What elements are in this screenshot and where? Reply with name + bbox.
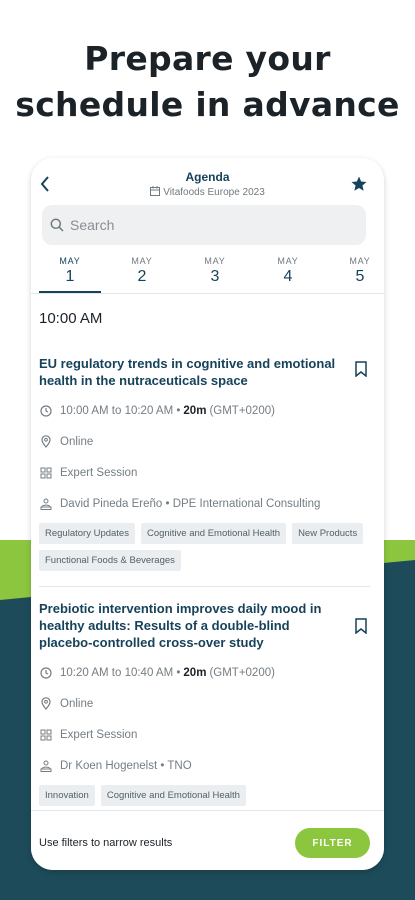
tag[interactable]: Functional Foods & Beverages <box>39 550 181 571</box>
filter-hint: Use filters to narrow results <box>39 837 173 849</box>
agenda-screen: Agenda Vitafoods Europe 2023 Search MAY … <box>31 158 384 870</box>
type-text: Expert Session <box>60 466 138 479</box>
tag[interactable]: Cognitive and Emotional Health <box>140 523 287 544</box>
session-card[interactable]: Prebiotic intervention improves daily mo… <box>39 600 369 806</box>
timezone: (GMT+0200) <box>209 404 275 417</box>
headline-line-2: schedule in advance <box>15 85 400 124</box>
session-type-icon <box>40 467 52 478</box>
type-text: Expert Session <box>60 728 138 741</box>
tab-month: MAY <box>59 256 81 266</box>
session-type: Expert Session <box>39 457 369 488</box>
tab-day-number: 5 <box>355 268 365 285</box>
timezone: (GMT+0200) <box>209 666 275 679</box>
clock-icon <box>40 666 52 679</box>
divider <box>39 586 370 587</box>
star-icon <box>351 176 367 191</box>
tag[interactable]: New Products <box>292 523 364 544</box>
tab-day-5[interactable]: MAY 5 <box>329 256 384 286</box>
tag-list: Regulatory Updates Cognitive and Emotion… <box>39 523 369 571</box>
duration: 20m <box>183 404 207 417</box>
tab-day-3[interactable]: MAY 3 <box>184 256 246 286</box>
session-card[interactable]: EU regulatory trends in cognitive and em… <box>39 355 369 571</box>
location-text: Online <box>60 697 94 710</box>
session-time: 10:00 AM to 10:20 AM • 20m (GMT+0200) <box>39 395 369 426</box>
tab-month: MAY <box>277 256 299 266</box>
session-speaker: David Pineda Ereño • DPE International C… <box>39 488 369 519</box>
tag-list: Innovation Cognitive and Emotional Healt… <box>39 785 369 806</box>
session-location: Online <box>39 426 369 457</box>
search-input[interactable]: Search <box>42 205 366 245</box>
tab-day-number: 2 <box>137 268 147 285</box>
event-subtitle: Vitafoods Europe 2023 <box>31 186 384 198</box>
time-slot-heading: 10:00 AM <box>39 310 103 327</box>
tab-month: MAY <box>204 256 226 266</box>
filter-button[interactable]: FILTER <box>295 828 370 858</box>
tag[interactable]: Innovation <box>39 785 95 806</box>
top-bar: Agenda Vitafoods Europe 2023 <box>31 158 384 204</box>
event-name: Vitafoods Europe 2023 <box>163 187 265 198</box>
bookmark-icon <box>355 361 367 378</box>
bookmark-button[interactable] <box>355 361 369 378</box>
time-range: 10:00 AM to 10:20 AM <box>60 404 174 417</box>
location-pin-icon <box>41 435 51 448</box>
speaker-icon <box>40 760 52 772</box>
tab-day-1[interactable]: MAY 1 <box>39 256 101 293</box>
day-tabs: MAY 1 MAY 2 MAY 3 MAY 4 MAY 5 <box>31 256 384 294</box>
time-range: 10:20 AM to 10:40 AM <box>60 666 174 679</box>
promo-headline: Prepare your schedule in advance <box>0 36 415 128</box>
tab-month: MAY <box>349 256 371 266</box>
tab-day-2[interactable]: MAY 2 <box>111 256 173 286</box>
tab-month: MAY <box>131 256 153 266</box>
duration: 20m <box>183 666 207 679</box>
search-placeholder: Search <box>70 217 115 233</box>
location-pin-icon <box>41 697 51 710</box>
favorite-button[interactable] <box>350 175 370 195</box>
filter-footer: Use filters to narrow results FILTER <box>31 810 384 870</box>
calendar-icon <box>150 186 161 196</box>
session-title: Prebiotic intervention improves daily mo… <box>39 601 322 650</box>
tab-day-number: 4 <box>283 268 293 285</box>
bookmark-icon <box>355 618 367 635</box>
headline-line-1: Prepare your <box>84 39 331 78</box>
session-location: Online <box>39 688 369 719</box>
search-icon <box>50 218 64 232</box>
tab-day-number: 3 <box>210 268 220 285</box>
session-speaker: Dr Koen Hogenelst • TNO <box>39 750 369 781</box>
tag[interactable]: Cognitive and Emotional Health <box>100 785 246 806</box>
location-text: Online <box>60 435 94 448</box>
session-type-icon <box>40 729 52 740</box>
session-time: 10:20 AM to 10:40 AM • 20m (GMT+0200) <box>39 657 369 688</box>
bookmark-button[interactable] <box>355 618 369 635</box>
session-type: Expert Session <box>39 719 369 750</box>
speaker-text: David Pineda Ereño • DPE International C… <box>60 497 321 510</box>
page-title: Agenda <box>185 170 230 184</box>
speaker-text: Dr Koen Hogenelst • TNO <box>60 759 192 772</box>
session-title: EU regulatory trends in cognitive and em… <box>39 356 336 388</box>
tab-day-4[interactable]: MAY 4 <box>257 256 319 286</box>
tab-day-number: 1 <box>65 268 75 285</box>
speaker-icon <box>40 498 52 510</box>
clock-icon <box>40 404 52 417</box>
tag[interactable]: Regulatory Updates <box>39 523 135 544</box>
